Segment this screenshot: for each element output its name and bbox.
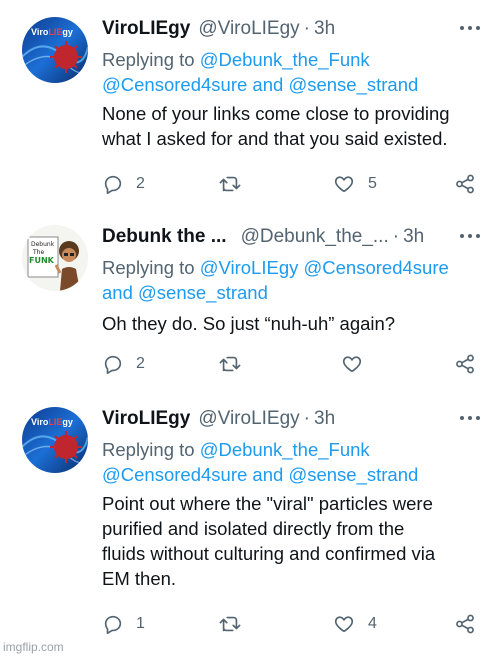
share-icon: [456, 614, 474, 634]
mention-link[interactable]: @sense_strand: [288, 74, 418, 95]
tweet-header: ViroLIEgy @ViroLIEgy · 3h: [102, 407, 335, 431]
reply-icon: [104, 355, 122, 374]
reply-button[interactable]: 1: [102, 613, 145, 635]
tweet-text: Point out where the "viral" particles we…: [102, 491, 487, 591]
text-line: what I asked for and that you said exist…: [102, 128, 448, 149]
mention-link[interactable]: @Debunk_the_Funk: [200, 49, 370, 70]
text-line: Oh they do. So just “nuh-uh” again?: [102, 313, 396, 334]
timestamp[interactable]: 3h: [403, 225, 424, 249]
avatar-viroliegy[interactable]: ViroLIEgy: [22, 407, 88, 473]
tweet-actions: 1 4: [102, 613, 482, 635]
tweet-header: Debunk the ... @Debunk_the_... · 3h: [102, 225, 424, 249]
mention-link[interactable]: @Censored4sure: [102, 74, 247, 95]
reply-button[interactable]: 2: [102, 173, 145, 195]
svg-text:ViroLIEgy: ViroLIEgy: [31, 417, 73, 427]
like-button[interactable]: 5: [332, 173, 377, 195]
tweet-1[interactable]: ViroLIEgy ViroLIEgy @ViroLIEgy · 3h Repl…: [0, 17, 500, 197]
more-icon[interactable]: [460, 416, 480, 422]
share-icon: [456, 354, 474, 374]
and-text: and: [252, 464, 284, 485]
retweet-button[interactable]: [218, 353, 254, 375]
replying-to-label: Replying to: [102, 439, 195, 460]
retweet-icon: [219, 616, 241, 632]
avatar-text: Debunk: [31, 241, 55, 248]
retweet-icon: [219, 176, 241, 192]
share-icon: [456, 174, 474, 194]
tweet-actions: 2 5: [102, 173, 482, 195]
and-text: and: [252, 74, 284, 95]
text-line: Point out where the "viral" particles we…: [102, 493, 433, 514]
tweet-header: ViroLIEgy @ViroLIEgy · 3h: [102, 17, 335, 41]
tweet-text: Oh they do. So just “nuh-uh” again?: [102, 311, 487, 336]
more-icon[interactable]: [460, 26, 480, 32]
reply-count: 1: [136, 615, 145, 632]
like-count: 5: [368, 175, 377, 192]
more-icon[interactable]: [460, 234, 480, 240]
svg-text:ViroLIEgy: ViroLIEgy: [31, 27, 73, 37]
avatar-viroliegy[interactable]: ViroLIEgy: [22, 17, 88, 83]
watermark: imgflip.com: [3, 640, 64, 654]
replying-to: Replying to @ViroLIEgy @Censored4sure an…: [102, 255, 482, 305]
mention-link[interactable]: @sense_strand: [138, 282, 268, 303]
text-line: None of your links come close to providi…: [102, 103, 450, 124]
tweet-2[interactable]: Debunk The FUNK Debunk the ... @Debunk_t…: [0, 225, 500, 385]
replying-to-label: Replying to: [102, 49, 195, 70]
reply-button[interactable]: 2: [102, 353, 145, 375]
like-button[interactable]: 4: [332, 613, 377, 635]
mention-link[interactable]: @Censored4sure: [102, 464, 247, 485]
replying-to: Replying to @Debunk_the_Funk @Censored4s…: [102, 437, 482, 487]
user-handle[interactable]: @Debunk_the_...: [241, 225, 389, 249]
retweet-button[interactable]: [218, 173, 254, 195]
user-handle[interactable]: @ViroLIEgy: [198, 407, 299, 431]
tweet-3[interactable]: ViroLIEgy ViroLIEgy @ViroLIEgy · 3h Repl…: [0, 407, 500, 642]
timestamp[interactable]: 3h: [314, 407, 335, 431]
share-button[interactable]: [454, 613, 476, 635]
reply-icon: [104, 615, 122, 634]
tweet-text: None of your links come close to providi…: [102, 101, 487, 151]
separator-dot: ·: [303, 18, 310, 39]
display-name[interactable]: Debunk the ...: [102, 225, 227, 249]
retweet-button[interactable]: [218, 613, 254, 635]
replying-to-label: Replying to: [102, 257, 195, 278]
mention-link[interactable]: @Debunk_the_Funk: [200, 439, 370, 460]
share-button[interactable]: [454, 353, 476, 375]
like-button[interactable]: [340, 353, 376, 375]
text-line: EM then.: [102, 568, 177, 589]
like-count: 4: [368, 615, 377, 632]
avatar-text: FUNK: [29, 256, 55, 265]
avatar-debunk-the-funk[interactable]: Debunk The FUNK: [22, 225, 88, 291]
text-line: purified and isolated directly from the: [102, 518, 405, 539]
retweet-icon: [219, 356, 241, 372]
like-icon: [334, 176, 354, 193]
user-handle[interactable]: @ViroLIEgy: [198, 17, 299, 41]
tweet-actions: 2: [102, 353, 482, 375]
replying-to: Replying to @Debunk_the_Funk @Censored4s…: [102, 47, 482, 97]
display-name[interactable]: ViroLIEgy: [102, 17, 190, 41]
like-icon: [342, 356, 362, 373]
share-button[interactable]: [454, 173, 476, 195]
display-name[interactable]: ViroLIEgy: [102, 407, 190, 431]
separator-dot: ·: [392, 226, 400, 247]
avatar-text: The: [32, 249, 44, 256]
mention-link[interactable]: @Censored4sure: [304, 257, 449, 278]
mention-link[interactable]: @sense_strand: [288, 464, 418, 485]
like-icon: [334, 616, 354, 633]
mention-link[interactable]: @ViroLIEgy: [200, 257, 299, 278]
separator-dot: ·: [303, 408, 310, 429]
reply-icon: [104, 175, 122, 194]
reply-count: 2: [136, 355, 145, 372]
text-line: fluids without culturing and confirmed v…: [102, 543, 436, 564]
timestamp[interactable]: 3h: [314, 17, 335, 41]
reply-count: 2: [136, 175, 145, 192]
and-text: and: [102, 282, 133, 303]
